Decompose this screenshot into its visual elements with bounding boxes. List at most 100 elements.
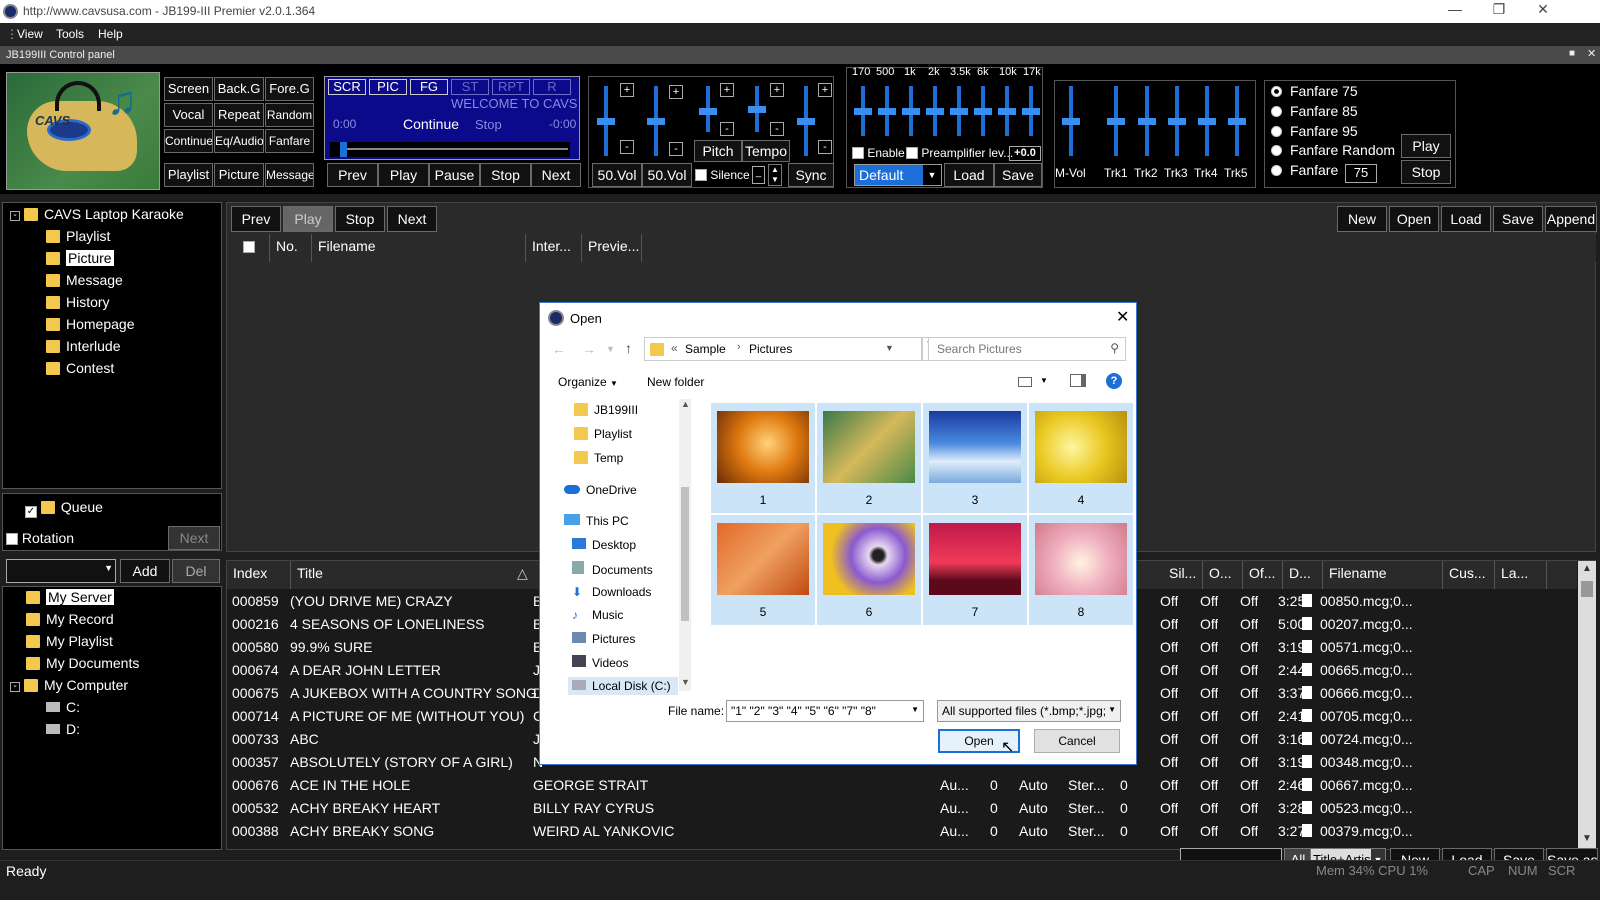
trk4-slider[interactable] <box>1198 118 1216 125</box>
col-filename[interactable]: Filename <box>312 234 526 262</box>
address-bar[interactable]: « Sample › Pictures ▼ <box>644 337 922 361</box>
chevron-down-icon[interactable]: ▼ <box>923 165 941 185</box>
tempo-slider[interactable] <box>748 106 766 113</box>
tempo-minus[interactable]: - <box>770 122 784 136</box>
queue-checkbox[interactable]: ✓ <box>25 506 37 518</box>
seek-thumb[interactable] <box>340 142 347 157</box>
silence-spinner[interactable]: ▲ ▼ <box>768 164 782 186</box>
collapse-icon[interactable]: - <box>10 211 20 221</box>
tab-r[interactable]: R <box>533 79 571 95</box>
filetype-select[interactable]: All supported files (*.bmp;*.jpg; ▼ <box>937 700 1121 722</box>
playlist-new-button[interactable]: New <box>1337 206 1387 232</box>
vol1-slider[interactable] <box>597 118 615 125</box>
eq-audio-button[interactable]: Eq/Audio <box>214 129 264 153</box>
panel-close-icon[interactable]: ✕ <box>1587 47 1596 60</box>
tree-item-interlude[interactable]: Interlude <box>46 338 120 354</box>
prev-button[interactable]: Prev <box>327 163 378 187</box>
fanfare-stop-button[interactable]: Stop <box>1401 160 1451 184</box>
tab-pic[interactable]: PIC <box>369 79 407 95</box>
vol1-label[interactable]: 50.Vol <box>592 163 642 187</box>
nav-playlist[interactable]: Playlist <box>574 427 632 441</box>
tree-item-my-server[interactable]: My Server <box>26 589 114 605</box>
address-chevron-icon[interactable]: ▼ <box>885 343 894 353</box>
seek-bar[interactable] <box>330 142 570 157</box>
col-preview[interactable]: Previe... <box>582 234 642 262</box>
nav-desktop[interactable]: Desktop <box>572 538 636 552</box>
thumbnail-5[interactable]: 5 <box>711 515 815 625</box>
menu-help[interactable]: Help <box>98 27 123 41</box>
nav-pictures[interactable]: Pictures <box>572 632 635 646</box>
tab-rpt[interactable]: RPT <box>492 79 530 95</box>
back-arrow-icon[interactable]: ← <box>552 341 566 357</box>
vol2-minus[interactable]: - <box>669 142 683 156</box>
col-song-filename[interactable]: Filename <box>1323 561 1443 589</box>
nav-scrollbar[interactable]: ▲ ▼ <box>679 399 691 691</box>
trk2-slider[interactable] <box>1138 118 1156 125</box>
new-folder-button[interactable]: New folder <box>647 375 704 389</box>
breadcrumb-pictures[interactable]: Pictures <box>749 342 792 356</box>
vol2-label[interactable]: 50.Vol <box>642 163 692 187</box>
thumbnail-4[interactable]: 4 <box>1029 403 1133 513</box>
thumbnail-3[interactable]: 3 <box>923 403 1027 513</box>
tree-item-my-computer[interactable]: - My Computer <box>10 677 128 693</box>
trk1-slider[interactable] <box>1107 118 1125 125</box>
picture-mode-button[interactable]: Picture <box>214 163 264 187</box>
col-custom[interactable]: Cus... <box>1443 561 1495 589</box>
tree-item-message[interactable]: Message <box>46 272 123 288</box>
table-row[interactable]: 000388 ACHY BREAKY SONG WEIRD AL YANKOVIC A… <box>224 820 1550 842</box>
col-of[interactable]: Of... <box>1243 561 1283 589</box>
tree-item-my-record[interactable]: My Record <box>26 611 114 627</box>
preamp-toggle[interactable]: Preamplifier lev... <box>906 146 1013 160</box>
vocal-button[interactable]: Vocal <box>164 103 213 127</box>
minimize-icon[interactable]: — <box>1440 1 1470 17</box>
view-chevron-icon[interactable]: ▼ <box>1040 376 1048 385</box>
del-button[interactable]: Del <box>172 559 220 583</box>
col-no[interactable]: No. <box>270 234 312 262</box>
eq-enable[interactable]: Enable <box>852 146 905 160</box>
add-button[interactable]: Add <box>120 559 170 583</box>
fanfare-random-radio[interactable]: Fanfare Random <box>1271 142 1395 158</box>
play-button[interactable]: Play <box>378 163 429 187</box>
tree-item-contest[interactable]: Contest <box>46 360 114 376</box>
drive-d[interactable]: D: <box>46 721 80 737</box>
tree-root[interactable]: - CAVS Laptop Karaoke <box>10 206 184 222</box>
enable-checkbox[interactable] <box>852 147 864 159</box>
vol2-slider[interactable] <box>647 118 665 125</box>
radio-button[interactable] <box>1271 126 1282 137</box>
eq-load-button[interactable]: Load <box>944 163 994 187</box>
eq-slider[interactable] <box>854 108 872 115</box>
table-row[interactable]: 000676 ACE IN THE HOLE GEORGE STRAIT Au... 0… <box>224 774 1550 796</box>
sync-button[interactable]: Sync <box>788 163 834 187</box>
select-all-checkbox[interactable] <box>243 241 255 253</box>
pause-button[interactable]: Pause <box>429 163 480 187</box>
eq-slider[interactable] <box>974 108 992 115</box>
playlist-prev-button[interactable]: Prev <box>231 206 281 232</box>
nav-videos[interactable]: Videos <box>572 655 628 670</box>
nav-jb199iii[interactable]: JB199III <box>574 403 638 417</box>
tree-item-my-playlist[interactable]: My Playlist <box>26 633 113 649</box>
tempo-plus[interactable]: + <box>770 83 784 97</box>
random-button[interactable]: Random <box>265 103 314 127</box>
pin-icon[interactable]: ■ <box>1569 48 1575 59</box>
radio-button[interactable] <box>1271 145 1282 156</box>
playlist-save-button[interactable]: Save <box>1493 206 1543 232</box>
stop-button[interactable]: Stop <box>480 163 531 187</box>
recent-chevron-icon[interactable]: ▼ <box>606 344 615 354</box>
col-index[interactable]: Index <box>227 561 291 589</box>
nav-music[interactable]: ♪ Music <box>572 608 623 622</box>
breadcrumb-overflow[interactable]: « <box>671 341 678 355</box>
pitch-slider[interactable] <box>699 108 717 115</box>
scroll-up-icon[interactable]: ▲ <box>1582 563 1592 574</box>
thumbnail-7[interactable]: 7 <box>923 515 1027 625</box>
preamp-value[interactable]: +0.0 <box>1009 146 1041 161</box>
thumbnail-2[interactable]: 2 <box>817 403 921 513</box>
sync-slider[interactable] <box>797 118 815 125</box>
radio-button[interactable] <box>1271 165 1282 176</box>
tree-item-homepage[interactable]: Homepage <box>46 316 135 332</box>
scroll-thumb[interactable] <box>681 487 689 621</box>
filename-input[interactable]: "1" "2" "3" "4" "5" "6" "7" "8" ▼ <box>726 700 924 722</box>
rotation-toggle[interactable]: Rotation <box>6 530 74 546</box>
view-mode-icon[interactable] <box>1018 377 1032 387</box>
eq-slider[interactable] <box>1022 108 1040 115</box>
nav-temp[interactable]: Temp <box>574 451 623 465</box>
